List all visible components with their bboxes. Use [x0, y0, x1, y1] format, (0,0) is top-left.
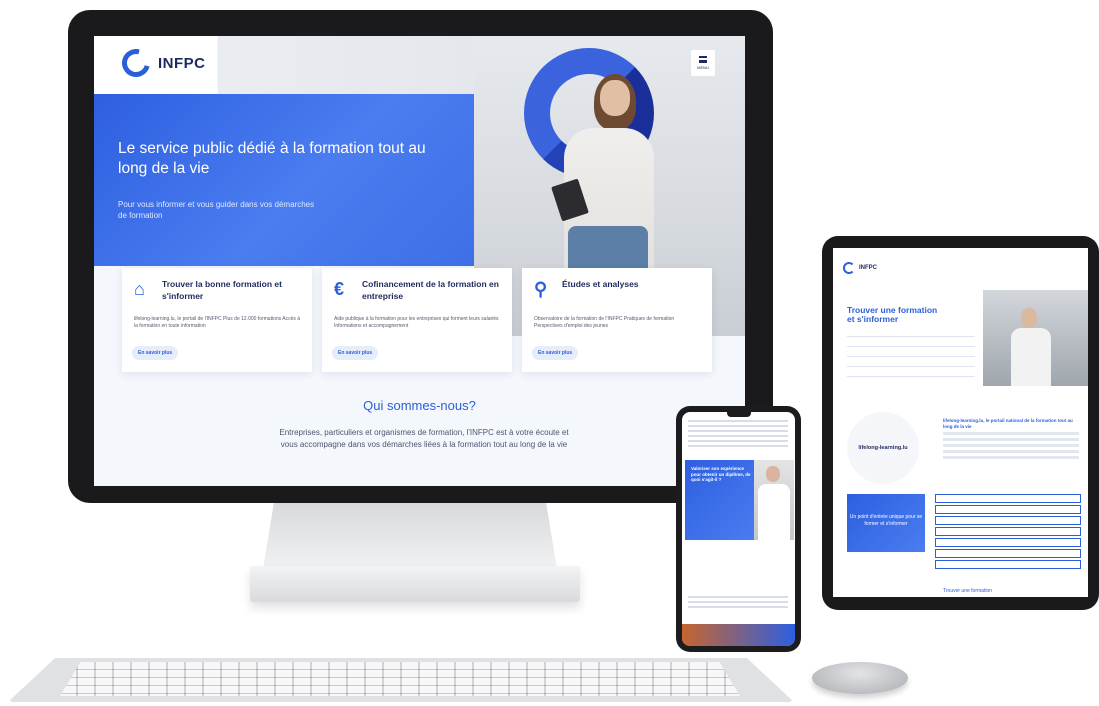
- menu-label: MENU: [697, 65, 709, 70]
- learn-more-button[interactable]: En savoir plus: [532, 346, 579, 360]
- photo-person-body: [758, 484, 790, 540]
- phone-notch: [727, 412, 751, 417]
- list-item[interactable]: [847, 328, 975, 337]
- site-logo[interactable]: INFPC: [116, 43, 206, 83]
- about-title: Qui sommes-nous?: [363, 398, 476, 413]
- phone-screen: Valoriser son expérience pour obtenir un…: [682, 412, 795, 646]
- lifelong-learning-logo: lifelong-learning.lu: [847, 412, 919, 484]
- accordion-item[interactable]: [935, 538, 1081, 547]
- desktop-screen: INFPC MENU Le service public dédié à la …: [94, 36, 745, 486]
- easel-icon: ⌂: [134, 279, 145, 299]
- learn-more-button[interactable]: En savoir plus: [332, 346, 379, 360]
- tablet-page-title: Trouver une formation et s'informer: [847, 305, 938, 324]
- text-line: [943, 450, 1079, 453]
- tablet-accordion-list: [935, 494, 1081, 571]
- tablet-hero-photo: [983, 290, 1088, 386]
- text-line: [688, 445, 788, 447]
- card-title: Cofinancement de la formation en entrepr…: [362, 279, 499, 301]
- photo-person-body: [1011, 328, 1051, 386]
- about-text: Entreprises, particuliers et organismes …: [279, 428, 569, 449]
- phone-photo: [754, 460, 794, 540]
- card-text: Observatoire de la formation de l'INFPC …: [534, 316, 675, 329]
- text-line: [688, 425, 788, 427]
- text-line: [688, 440, 788, 442]
- logo-text: INFPC: [158, 54, 206, 72]
- text-line: [943, 444, 1079, 447]
- infpc-logo-icon: [843, 262, 855, 274]
- card-text: Aide publique à la formation pour les en…: [334, 316, 499, 329]
- text-line: [688, 420, 788, 422]
- text-line: [943, 432, 1079, 435]
- hero-title: Le service public dédié à la formation t…: [118, 140, 426, 177]
- magnifier-icon: ⚲: [534, 279, 548, 299]
- tablet-link-list: [847, 328, 975, 378]
- hamburger-icon: [699, 56, 707, 63]
- hero-panel: Le service public dédié à la formation t…: [94, 94, 474, 266]
- monitor-stand: [262, 503, 558, 575]
- photo-person-face: [1021, 308, 1037, 328]
- mouse: [812, 662, 908, 694]
- phone-post-text: [688, 420, 788, 450]
- text-line: [688, 430, 788, 432]
- accordion-item[interactable]: [935, 516, 1081, 525]
- phone-blue-box: Valoriser son expérience pour obtenir un…: [685, 460, 757, 540]
- monitor-base: [250, 566, 580, 602]
- keyboard-keys: [60, 662, 740, 696]
- hero-person-face: [600, 80, 630, 116]
- text-line: [943, 456, 1079, 459]
- infpc-logo-icon: [116, 43, 156, 83]
- text-line: [688, 435, 788, 437]
- card-cofinancement[interactable]: € Cofinancement de la formation en entre…: [322, 268, 512, 372]
- tablet-text-block: [943, 432, 1079, 462]
- tablet-logo[interactable]: INFPC: [843, 262, 877, 274]
- accordion-item[interactable]: [935, 560, 1081, 569]
- card-etudes-analyses[interactable]: ⚲ Études et analyses Observatoire de la …: [522, 268, 712, 372]
- accordion-item[interactable]: [935, 505, 1081, 514]
- tablet-screen: INFPC Trouver une formation et s'informe…: [833, 248, 1088, 597]
- list-item[interactable]: [847, 358, 975, 367]
- logo-text: INFPC: [859, 265, 877, 271]
- text-line: [688, 596, 788, 598]
- list-item[interactable]: [847, 338, 975, 347]
- tablet-headline: lifelong-learning.lu, le portail nationa…: [943, 418, 1073, 429]
- text-line: [688, 601, 788, 603]
- text-line: [688, 606, 788, 608]
- phone-post-text-2: [688, 596, 788, 611]
- learn-more-button[interactable]: En savoir plus: [132, 346, 179, 360]
- text-line: [943, 438, 1079, 441]
- phone-bottom-image: [682, 624, 795, 646]
- accordion-item[interactable]: [935, 494, 1081, 503]
- list-item[interactable]: [847, 348, 975, 357]
- tablet-footer-link[interactable]: Trouver une formation: [943, 588, 992, 594]
- card-title: Études et analyses: [562, 279, 639, 289]
- list-item[interactable]: [847, 368, 975, 377]
- hero-subtitle: Pour vous informer et vous guider dans v…: [118, 200, 315, 220]
- card-trouver-formation[interactable]: ⌂ Trouver la bonne formation et s'inform…: [122, 268, 312, 372]
- menu-button[interactable]: MENU: [691, 50, 715, 76]
- card-title: Trouver la bonne formation et s'informer: [162, 279, 282, 301]
- card-text: lifelong-learning.lu, le portail de l'IN…: [134, 316, 301, 329]
- photo-person-face: [766, 466, 780, 482]
- euro-icon: €: [334, 279, 345, 299]
- service-cards: ⌂ Trouver la bonne formation et s'inform…: [122, 268, 712, 372]
- tablet-blue-box: Un point d'entrée unique pour se former …: [847, 494, 925, 552]
- accordion-item[interactable]: [935, 527, 1081, 536]
- accordion-item[interactable]: [935, 549, 1081, 558]
